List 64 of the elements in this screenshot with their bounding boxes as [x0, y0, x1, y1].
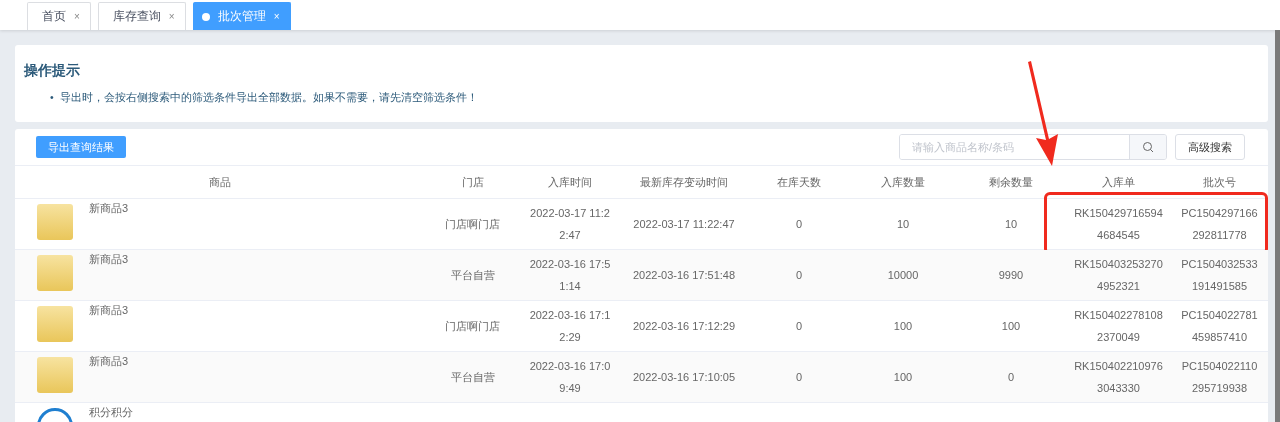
receipt-number-cell-text: RK1504297165944684545 — [1074, 206, 1163, 243]
product-image — [37, 357, 73, 393]
close-icon[interactable]: × — [273, 11, 280, 22]
time-cell-text: 2022-03-16 17:12:29 — [632, 319, 736, 334]
time-cell-text: 2022-03-17 11:22:47 — [529, 206, 611, 243]
tab[interactable]: 库存查询 × — [97, 2, 186, 30]
product-image — [37, 204, 73, 240]
receipt-number-cell-text: RK1504022109763043330 — [1074, 359, 1163, 396]
close-icon[interactable]: × — [168, 11, 175, 22]
tab[interactable]: 首页 × — [27, 2, 91, 30]
quantity-cell-text: 10000 — [887, 268, 919, 283]
column-header: 在库天数 — [777, 174, 821, 190]
quantity-cell-text: 100 — [893, 319, 913, 334]
store-cell-text: 平台自营 — [450, 268, 495, 283]
product-name: 新商品3 — [89, 304, 129, 317]
time-cell-text: 2022-03-16 17:09:49 — [528, 359, 612, 396]
product-name: 新商品3 — [89, 355, 129, 368]
batch-number-cell-text: PC1504022781459857410 — [1180, 308, 1259, 345]
quantity-cell-text: 100 — [893, 370, 913, 385]
time-cell-text: 2022-03-16 17:10:05 — [632, 370, 736, 385]
days-cell-text: 0 — [795, 319, 803, 334]
search-icon — [1142, 141, 1154, 153]
time-cell-text: 2022-03-16 17:12:29 — [528, 308, 612, 345]
days-cell-text: 0 — [795, 268, 803, 283]
time-cell-text: 2022-03-16 17:51:48 — [632, 268, 736, 283]
column-header: 剩余数量 — [989, 174, 1033, 190]
close-icon[interactable]: × — [74, 11, 80, 22]
batch-number-cell-text: PC1504032533191491585 — [1180, 257, 1259, 294]
product-name: 新商品3 — [89, 253, 129, 266]
product-image — [37, 255, 73, 291]
advanced-search-button[interactable]: 高级搜索 — [1175, 134, 1245, 160]
receipt-number-cell-text: RK1504022781082370049 — [1074, 308, 1163, 345]
quantity-cell-text: 10 — [1004, 217, 1018, 232]
store-cell-text: 门店啊门店 — [445, 319, 500, 334]
quantity-cell-text: 0 — [1007, 370, 1015, 385]
product-name: 积分积分 — [89, 406, 133, 419]
quantity-cell-text: 100 — [1001, 319, 1021, 334]
tip-text: 导出时，会按右侧搜索中的筛选条件导出全部数据。如果不需要，请先清空筛选条件！ — [59, 90, 478, 105]
column-header: 入库单 — [1102, 174, 1135, 190]
quantity-cell-text: 10 — [896, 217, 910, 232]
product-image — [37, 306, 73, 342]
days-cell-text: 0 — [795, 217, 803, 232]
tip-title: 操作提示 — [24, 61, 81, 79]
search-button[interactable] — [1129, 135, 1166, 159]
column-header: 门店 — [461, 174, 484, 190]
column-header: 批次号 — [1203, 174, 1236, 190]
days-cell-text: 0 — [795, 370, 803, 385]
column-header: 入库数量 — [881, 174, 925, 190]
store-cell-text: 平台自营 — [450, 370, 495, 385]
store-cell-text: 门店啊门店 — [445, 217, 500, 232]
column-header: 入库时间 — [548, 174, 592, 190]
product-name: 新商品3 — [89, 202, 129, 215]
receipt-number-cell-text: RK1504032532704952321 — [1074, 257, 1163, 294]
time-cell-text: 2022-03-17 11:22:47 — [633, 217, 735, 232]
batch-number-cell-text: PC1504022110295719938 — [1180, 359, 1259, 396]
export-button[interactable]: 导出查询结果 — [36, 136, 126, 158]
column-header: 最新库存变动时间 — [640, 174, 728, 190]
bullet-icon: • — [50, 89, 54, 105]
batch-number-cell-text: PC1504297166292811778 — [1180, 206, 1259, 243]
time-cell-text: 2022-03-16 17:51:14 — [528, 257, 612, 294]
quantity-cell-text: 9990 — [998, 268, 1024, 283]
column-header: 商品 — [209, 174, 231, 190]
active-dot-icon — [201, 12, 210, 21]
tab[interactable]: 批次管理 × — [192, 2, 291, 30]
